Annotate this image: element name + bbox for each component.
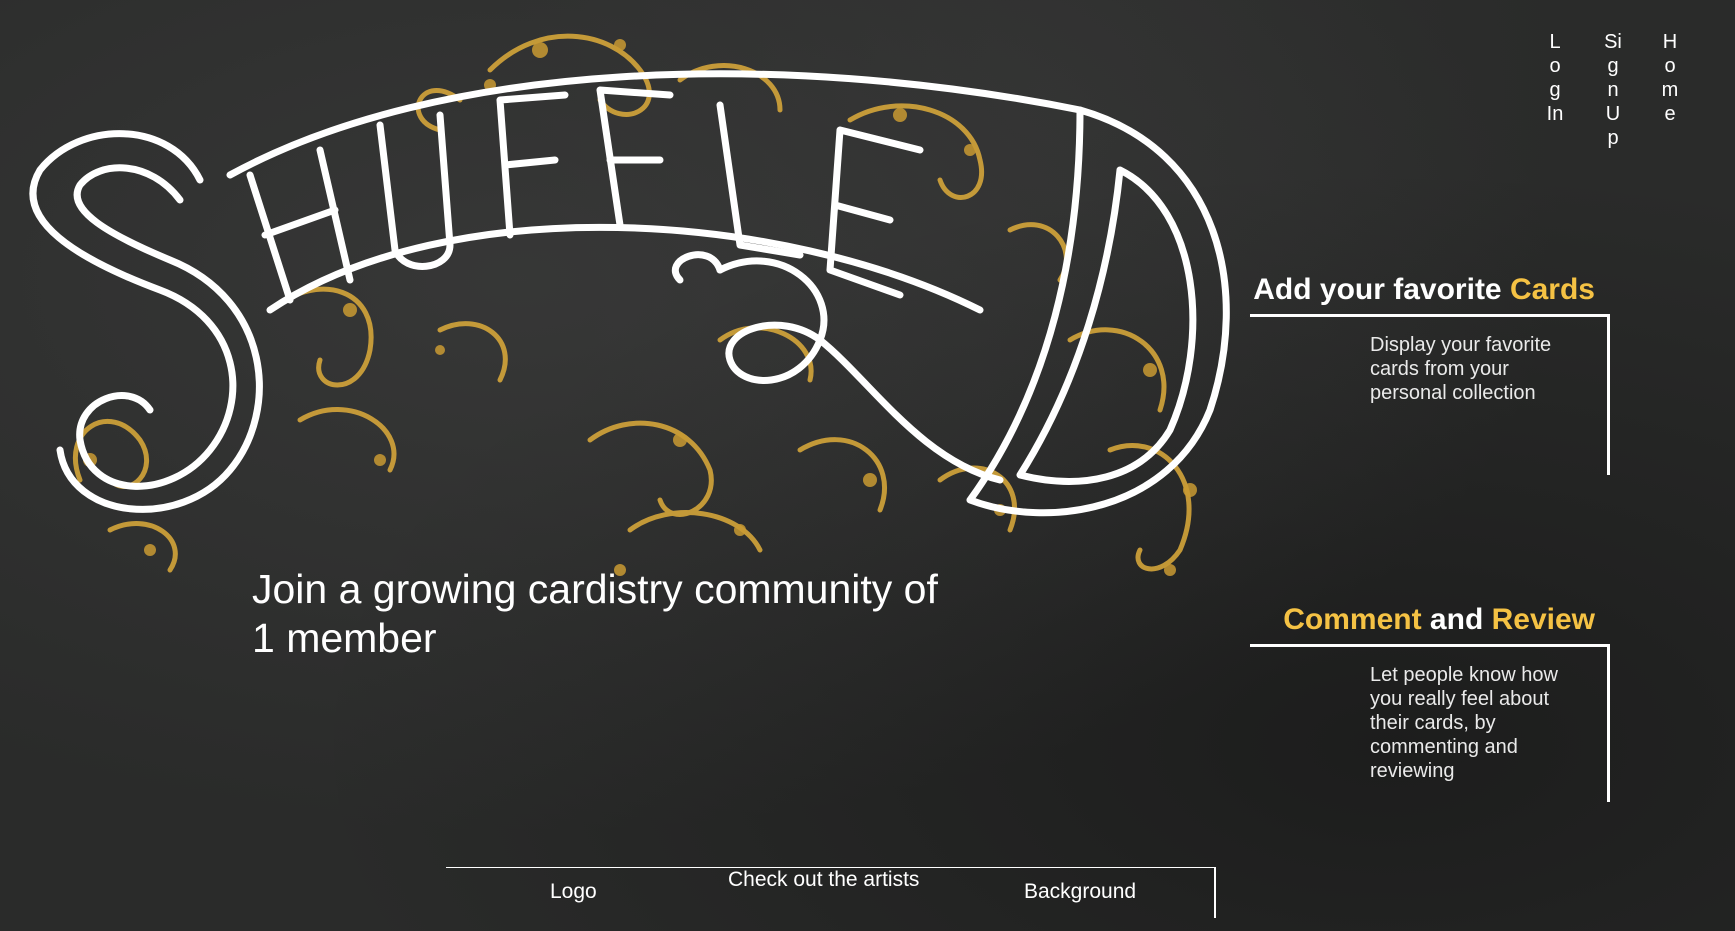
footer-artists-link[interactable]: Check out the artists xyxy=(728,868,919,892)
feature-review-title-plain: and xyxy=(1421,603,1492,636)
signup-label: Sign Up xyxy=(1604,31,1625,149)
feature-review-box: Let people know how you really feel abou… xyxy=(1250,644,1610,802)
feature-review-title-accent-1: Comment xyxy=(1283,603,1422,636)
top-nav: Log In Sign Up Home xyxy=(1535,30,1735,210)
feature-review-description: Let people know how you really feel abou… xyxy=(1370,664,1558,782)
feature-cards-box: Display your favorite cards from your pe… xyxy=(1250,314,1610,475)
signup-link[interactable]: Sign Up xyxy=(1603,30,1623,150)
shuffled-logo xyxy=(20,10,1240,600)
login-label: Log In xyxy=(1546,31,1567,125)
ornament-flourishes xyxy=(72,33,1192,573)
home-label: Home xyxy=(1661,31,1679,125)
footer-logo-link[interactable]: Logo xyxy=(550,880,597,904)
ornament-leaves xyxy=(83,39,1197,576)
feature-review-title-accent-2: Review xyxy=(1491,603,1595,636)
feature-cards-description: Display your favorite cards from your pe… xyxy=(1370,334,1552,404)
hero-tagline: Join a growing cardistry community of 1 … xyxy=(252,565,1052,663)
home-link[interactable]: Home xyxy=(1660,30,1680,126)
logo-outline xyxy=(29,70,1230,517)
logo-artwork xyxy=(29,33,1230,576)
tagline-line-2: 1 member xyxy=(252,615,437,661)
footer-background-link[interactable]: Background xyxy=(1024,880,1136,904)
tagline-line-1: Join a growing cardistry community of xyxy=(252,566,938,612)
feature-cards-title-accent: Cards xyxy=(1509,273,1595,306)
feature-review-title: Comment and Review xyxy=(1250,602,1610,638)
feature-cards-title: Add your favorite Cards xyxy=(1250,272,1610,308)
feature-cards-title-plain: Add your favorite xyxy=(1253,273,1510,306)
footer-credits: Logo Check out the artists Background xyxy=(446,867,1216,918)
feature-cards: Add your favorite Cards Display your fav… xyxy=(1250,272,1610,475)
feature-comment-review: Comment and Review Let people know how y… xyxy=(1250,602,1610,802)
login-link[interactable]: Log In xyxy=(1545,30,1565,126)
